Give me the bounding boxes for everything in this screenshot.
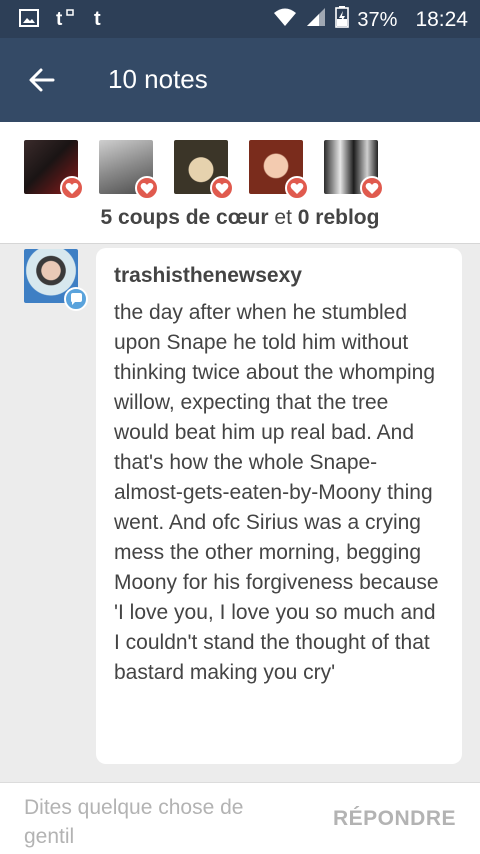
reply-input[interactable]: Dites quelque chose de gentil <box>24 793 294 851</box>
tumblr-notify-icon: t <box>54 7 76 29</box>
battery-icon <box>335 6 350 34</box>
svg-text:t: t <box>56 9 63 29</box>
connector-text: et <box>274 206 292 229</box>
image-icon <box>18 7 40 29</box>
heart-icon <box>60 176 84 200</box>
liker-avatar-2[interactable] <box>99 140 159 200</box>
status-bar: t t 37% 18:24 <box>0 0 480 38</box>
liker-avatar-1[interactable] <box>24 140 84 200</box>
notes-count: 5 coups de cœur et 0 reblog <box>0 206 480 230</box>
heart-icon <box>360 176 384 200</box>
back-button[interactable] <box>28 66 56 94</box>
notes-summary: 5 coups de cœur et 0 reblog <box>0 122 480 244</box>
reply-bubble: trashisthenewsexy the day after when he … <box>96 248 462 764</box>
reply-bubble-icon <box>64 287 88 311</box>
tumblr-icon: t <box>90 7 112 29</box>
signal-icon <box>305 7 327 33</box>
liker-avatar-5[interactable] <box>324 140 384 200</box>
page-title: 10 notes <box>108 64 208 94</box>
reply-text: the day after when he stumbled upon Snap… <box>114 301 439 684</box>
clock: 18:24 <box>415 8 468 31</box>
reply-avatar[interactable] <box>24 249 88 311</box>
svg-text:t: t <box>94 8 101 29</box>
app-bar: 10 notes <box>0 38 480 122</box>
heart-icon <box>135 176 159 200</box>
heart-icon <box>210 176 234 200</box>
battery-percent: 37% <box>357 8 398 31</box>
reblogs-count[interactable]: 0 reblog <box>298 206 380 229</box>
reply-composer: Dites quelque chose de gentil RÉPONDRE <box>0 782 480 854</box>
liker-avatar-3[interactable] <box>174 140 234 200</box>
wifi-icon <box>273 7 297 33</box>
heart-icon <box>285 176 309 200</box>
arrow-left-icon <box>29 68 55 92</box>
reply-username[interactable]: trashisthenewsexy <box>114 264 444 288</box>
reply-button[interactable]: RÉPONDRE <box>333 807 456 831</box>
likes-count[interactable]: 5 coups de cœur <box>101 206 269 229</box>
liker-avatar-4[interactable] <box>249 140 309 200</box>
liker-avatars <box>24 140 384 200</box>
